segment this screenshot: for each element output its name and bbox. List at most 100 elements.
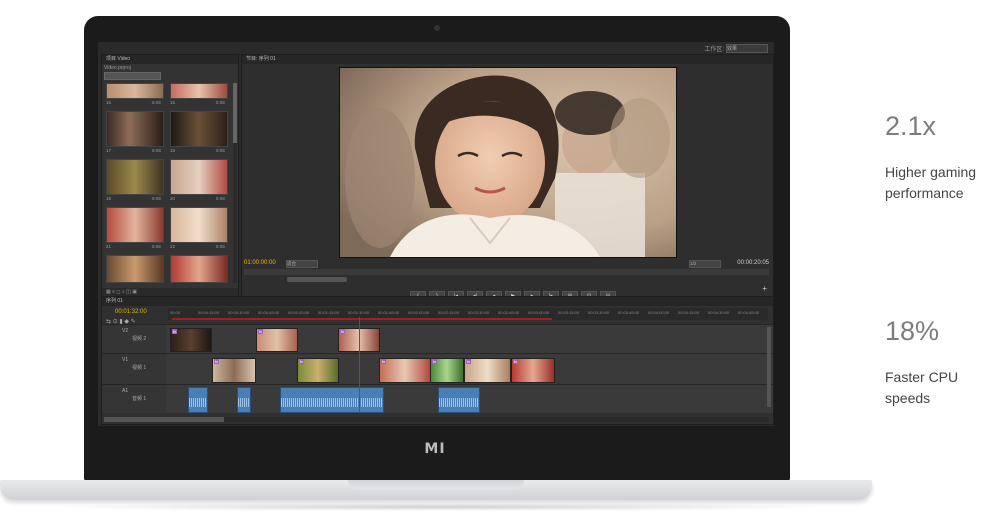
program-timecode[interactable]: 01:00:00:00 — [244, 260, 276, 266]
ruler-tick: 00:03:15:00 — [558, 310, 579, 315]
ruler-tick: 00:00:45:00 — [258, 310, 279, 315]
laptop-screen: 工作区: 效果 项目 Video Video.prproj 15 5:08 16… — [98, 42, 774, 426]
ruler-tick: 00:02:15:00 — [438, 310, 459, 315]
audio-waveform — [439, 398, 479, 408]
gaming-line-1: Higher gaming — [885, 162, 976, 183]
clip-thumbnail[interactable] — [106, 207, 164, 243]
video-track-2: V2 视频 2 fx fx fx — [102, 324, 773, 353]
ruler-tick: 00:00:15:00 — [198, 310, 219, 315]
ruler-tick: 00:04:30:00 — [708, 310, 729, 315]
ruler-tick: 00:01:45:00 — [378, 310, 399, 315]
clip-number: 15 — [106, 100, 111, 105]
project-scrollbar[interactable] — [233, 83, 237, 283]
add-button[interactable]: + — [762, 284, 767, 293]
cpu-line-1: Faster CPU — [885, 367, 958, 388]
video-clip[interactable]: fx — [170, 328, 212, 352]
fx-badge: fx — [340, 329, 345, 334]
clip-number: 18 — [170, 148, 175, 153]
clip-number: 22 — [170, 244, 175, 249]
clip-number: 17 — [106, 148, 111, 153]
clip-number: 19 — [106, 196, 111, 201]
program-tab[interactable]: 节目: 序列 01 — [242, 55, 773, 64]
audio-clip[interactable] — [188, 387, 208, 413]
project-filename: Video.prproj — [104, 65, 131, 71]
project-tab[interactable]: 项目 Video — [102, 55, 238, 64]
audio-waveform — [238, 398, 250, 408]
clip-thumbnail[interactable] — [106, 255, 164, 283]
clip-thumbnail[interactable] — [170, 159, 228, 195]
resolution-select[interactable]: 1/2 — [689, 260, 721, 268]
video-clip[interactable]: fx — [511, 358, 555, 383]
ruler-tick: 00:01:15:00 — [318, 310, 339, 315]
ruler-tick: 00:00 — [170, 310, 180, 315]
track-header[interactable]: V1 视频 1 — [102, 354, 166, 384]
clip-duration: 5:08 — [152, 244, 161, 249]
track-header[interactable]: A1 音频 1 — [102, 385, 166, 413]
audio-clip[interactable] — [280, 387, 384, 413]
track-header[interactable]: V2 视频 2 — [102, 325, 166, 353]
fx-badge: fx — [466, 359, 471, 364]
program-monitor: 节目: 序列 01 — [241, 54, 774, 298]
clip-thumbnail[interactable] — [170, 255, 228, 283]
ruler-tick: 00:03:45:00 — [618, 310, 639, 315]
ruler-tick: 00:04:15:00 — [678, 310, 699, 315]
sequence-timecode[interactable]: 00:01:32:00 — [115, 309, 147, 315]
fx-badge: fx — [258, 329, 263, 334]
video-clip[interactable]: fx — [430, 358, 464, 383]
clip-duration: 5:08 — [216, 196, 225, 201]
fx-badge: fx — [172, 329, 177, 334]
video-clip[interactable]: fx — [256, 328, 298, 352]
gaming-stat: 2.1x — [885, 111, 936, 142]
video-clip[interactable]: fx — [297, 358, 339, 383]
video-still-girl — [340, 68, 676, 257]
zoom-scroll[interactable] — [287, 277, 347, 282]
audio-clip[interactable] — [237, 387, 251, 413]
webcam — [434, 25, 440, 31]
playhead[interactable] — [359, 317, 360, 413]
clip-duration: 5:08 — [216, 100, 225, 105]
clip-thumbnail[interactable] — [170, 207, 228, 243]
workspace-bar: 工作区: 效果 — [98, 42, 774, 54]
work-area-bar[interactable] — [172, 318, 552, 320]
track-label: 视频 2 — [132, 335, 146, 342]
audio-clip[interactable] — [438, 387, 480, 413]
timeline-vertical-scrollbar[interactable] — [767, 327, 771, 407]
program-ruler[interactable] — [244, 269, 769, 275]
clip-thumbnail[interactable] — [170, 111, 228, 147]
clip-duration: 5:08 — [152, 148, 161, 153]
clip-number: 21 — [106, 244, 111, 249]
clip-thumbnail[interactable] — [106, 83, 164, 99]
video-clip[interactable]: fx — [212, 358, 256, 383]
clip-thumbnail[interactable] — [106, 111, 164, 147]
track-label: 音频 1 — [132, 395, 146, 402]
cpu-description: Faster CPU speeds — [885, 367, 958, 409]
clip-thumbnail[interactable] — [170, 83, 228, 99]
track-name: A1 — [122, 388, 128, 394]
sequence-tab[interactable]: 序列 01 — [102, 297, 773, 306]
ruler-tick: 00:04:00:00 — [648, 310, 669, 315]
video-clip[interactable]: fx — [379, 358, 431, 383]
workspace-label: 工作区: — [704, 44, 724, 53]
zoom-fit-select[interactable]: 适合 — [286, 260, 318, 268]
gaming-line-2: performance — [885, 183, 976, 204]
ruler-tick: 00:02:00:00 — [408, 310, 429, 315]
clip-duration: 5:08 — [216, 148, 225, 153]
fx-badge: fx — [299, 359, 304, 364]
ruler-tick: 00:03:30:00 — [588, 310, 609, 315]
cpu-line-2: speeds — [885, 388, 958, 409]
audio-waveform — [189, 398, 207, 408]
timeline-panel: 序列 01 00:01:32:00 ⇆ ⊙ ▮ ◆ ✎ 00:00 00:00:… — [101, 296, 774, 425]
project-panel: 项目 Video Video.prproj 15 5:08 16 5:08 17… — [101, 54, 239, 298]
workspace-select[interactable]: 效果 — [726, 44, 768, 53]
video-track-1: V1 视频 1 fx fx fx fx fx fx — [102, 353, 773, 384]
video-clip[interactable]: fx — [464, 358, 511, 383]
clip-duration: 5:08 — [152, 100, 161, 105]
audio-track-1: A1 音频 1 — [102, 384, 773, 413]
clip-thumbnail[interactable] — [106, 159, 164, 195]
timeline-horizontal-scrollbar[interactable] — [104, 417, 769, 422]
project-search-input[interactable] — [104, 72, 161, 80]
fx-badge: fx — [432, 359, 437, 364]
ruler-tick: 00:02:30:00 — [468, 310, 489, 315]
ruler-tick: 00:04:45:00 — [738, 310, 759, 315]
fx-badge: fx — [513, 359, 518, 364]
